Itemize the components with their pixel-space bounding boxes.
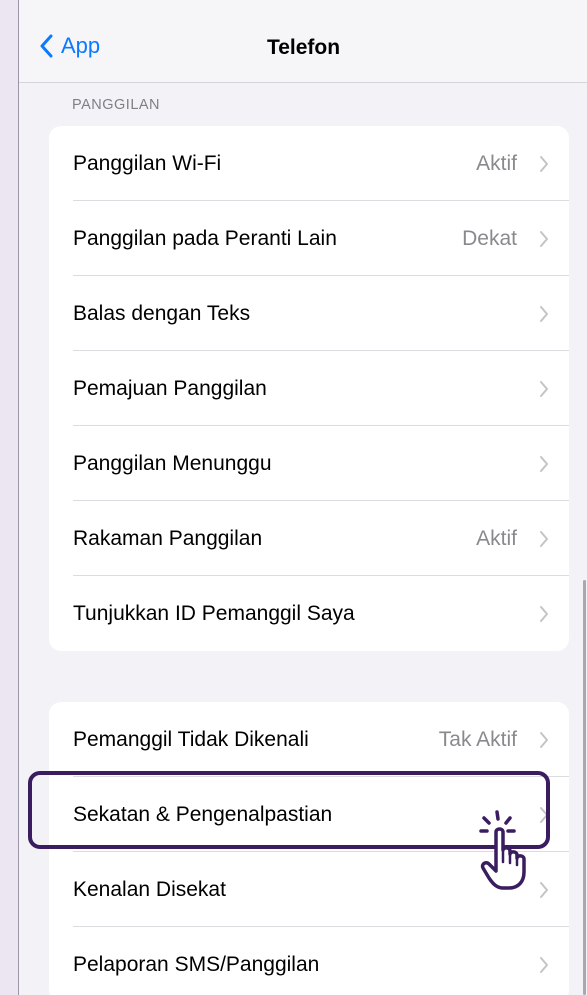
chevron-right-icon: [540, 605, 548, 622]
row-panggilan-peranti-lain[interactable]: Panggilan pada Peranti Lain Dekat: [49, 201, 569, 276]
chevron-right-icon: [540, 380, 548, 397]
chevron-right-icon: [540, 455, 548, 472]
row-label: Rakaman Panggilan: [73, 526, 263, 550]
row-value: Aktif: [476, 526, 517, 550]
chevron-right-icon: [540, 305, 548, 322]
row-pelaporan-sms[interactable]: Pelaporan SMS/Panggilan: [49, 927, 569, 995]
settings-group-panggilan: Panggilan Wi-Fi Aktif Panggilan pada Per…: [49, 126, 569, 651]
chevron-right-icon: [540, 881, 548, 898]
row-label: Panggilan Wi-Fi: [73, 151, 222, 175]
chevron-right-icon: [540, 230, 548, 247]
row-label: Panggilan pada Peranti Lain: [73, 226, 337, 250]
row-panggilan-wifi[interactable]: Panggilan Wi-Fi Aktif: [49, 126, 569, 201]
hand-pointer-icon: [479, 810, 526, 890]
row-pemajuan-panggilan[interactable]: Pemajuan Panggilan: [49, 351, 569, 426]
chevron-right-icon: [540, 530, 548, 547]
page-title: Telefon: [266, 36, 341, 59]
row-rakaman-panggilan[interactable]: Rakaman Panggilan Aktif: [49, 501, 569, 576]
chevron-right-icon: [540, 806, 548, 823]
chevron-right-icon: [540, 956, 548, 973]
row-value: Tak Aktif: [438, 727, 517, 751]
chevron-right-icon: [540, 155, 548, 172]
row-tunjukkan-id-pemanggil[interactable]: Tunjukkan ID Pemanggil Saya: [49, 576, 569, 651]
row-panggilan-menunggu[interactable]: Panggilan Menunggu: [49, 426, 569, 501]
row-label: Pemanggil Tidak Dikenali: [73, 727, 309, 751]
row-value: Dekat: [462, 226, 517, 250]
row-label: Sekatan & Pengenalpastian: [73, 802, 333, 826]
row-pemanggil-tidak-dikenali[interactable]: Pemanggil Tidak Dikenali Tak Aktif: [49, 702, 569, 777]
chevron-right-icon: [540, 731, 548, 748]
row-label: Tunjukkan ID Pemanggil Saya: [73, 601, 355, 625]
row-label: Balas dengan Teks: [73, 301, 251, 325]
row-label: Panggilan Menunggu: [73, 451, 272, 475]
navigation-bar: App Telefon: [19, 0, 587, 83]
scrollbar[interactable]: [583, 580, 586, 995]
row-label: Pemajuan Panggilan: [73, 376, 267, 400]
row-label: Kenalan Disekat: [73, 877, 226, 901]
section-header-panggilan: PANGGILAN: [72, 97, 161, 113]
row-value: Aktif: [476, 151, 517, 175]
row-label: Pelaporan SMS/Panggilan: [73, 952, 320, 976]
row-balas-dengan-teks[interactable]: Balas dengan Teks: [49, 276, 569, 351]
